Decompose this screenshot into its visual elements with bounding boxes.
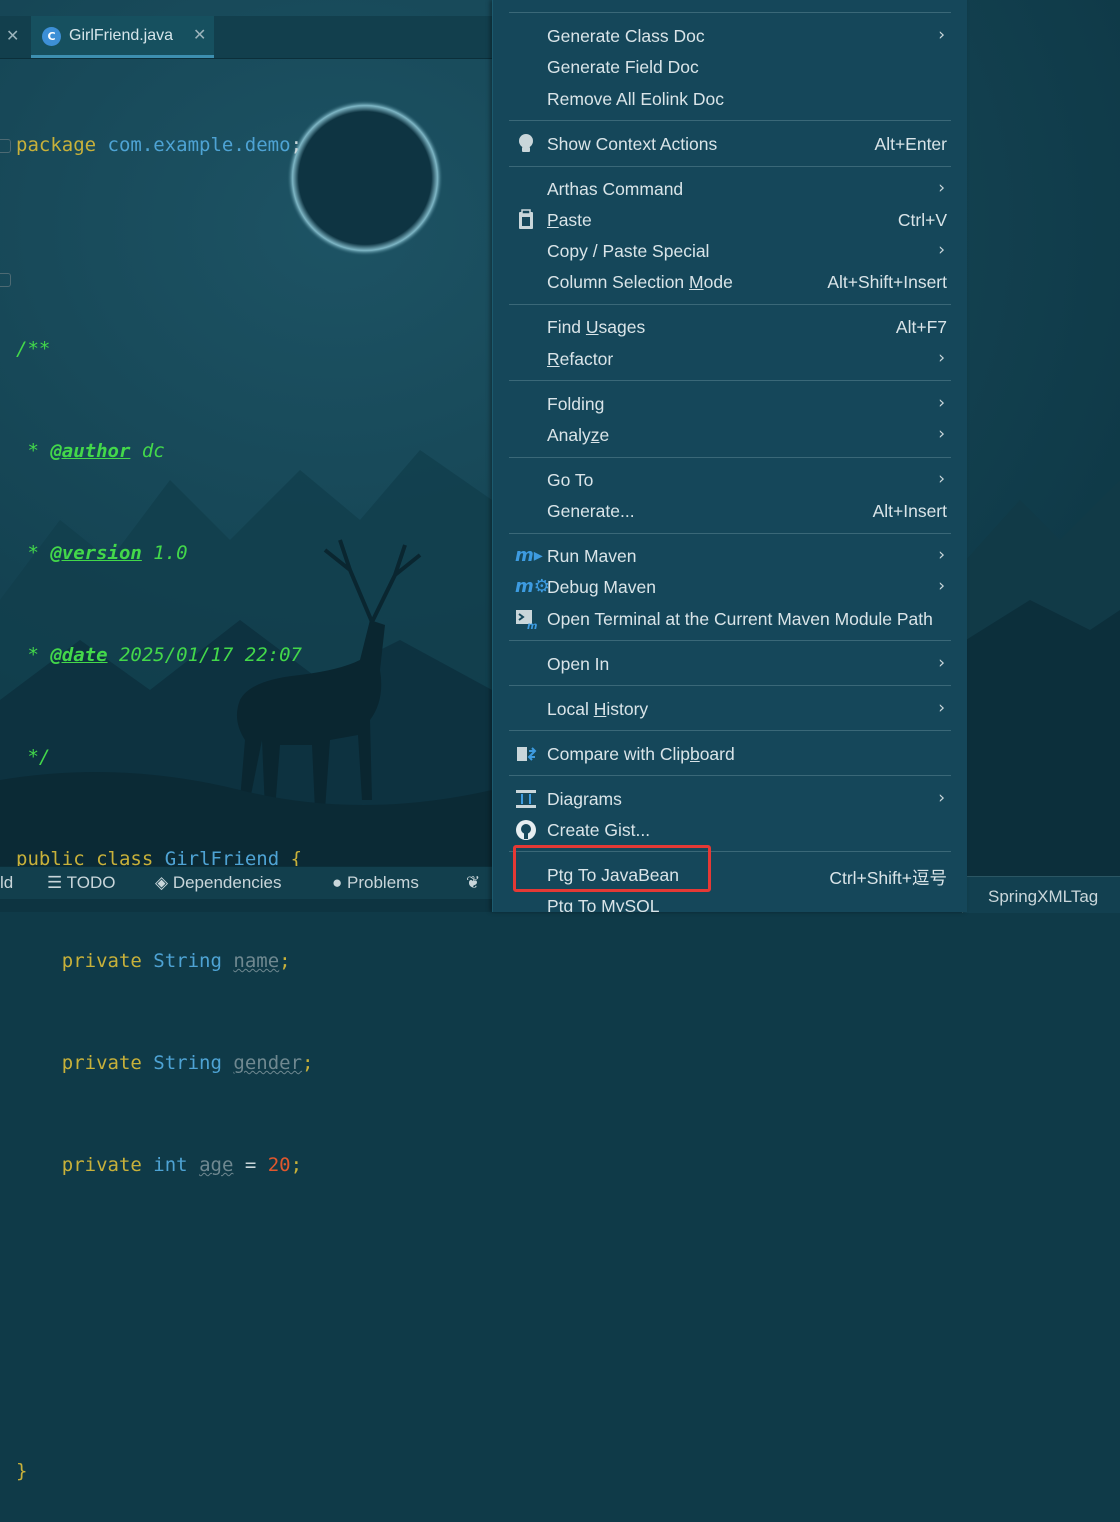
github-icon [515,819,537,841]
menu-separator [509,533,951,534]
chevron-right-icon: › [938,576,945,596]
lightbulb-icon [515,133,537,155]
chevron-right-icon: › [938,240,945,260]
problems-label: Problems [347,873,419,892]
menu-item-refactor[interactable]: Refactor › [493,344,967,375]
menu-item-open-in[interactable]: Open In › [493,649,967,680]
spring-xml-tag-label: SpringXMLTag [988,887,1099,906]
menu-item-find-usages[interactable]: Find Usages Alt+F7 [493,312,967,343]
menu-item-local-history[interactable]: Local History › [493,694,967,725]
menu-separator [509,775,951,776]
menu-separator [509,166,951,167]
chevron-right-icon: › [938,545,945,565]
spring-leaf-icon[interactable]: ❦ [466,873,480,893]
tab-close-icon[interactable]: ✕ [193,25,206,44]
dependencies-label: Dependencies [172,873,282,892]
warning-icon: ● [332,873,343,892]
menu-separator [509,457,951,458]
chevron-right-icon: › [938,698,945,718]
problems-tool-button[interactable]: ● Problems [332,873,419,893]
menu-separator [509,12,951,13]
menu-item-copy-paste-special[interactable]: Copy / Paste Special › [493,236,967,267]
menu-item-debug-maven[interactable]: m⚙ Debug Maven › [493,572,967,603]
close-icon[interactable]: ✕ [6,26,19,45]
tab-title: GirlFriend.java [69,27,174,44]
chevron-right-icon: › [938,653,945,673]
maven-debug-icon: m⚙ [515,576,550,597]
fold-marker-icon[interactable] [0,139,11,153]
todo-label: TODO [66,873,116,892]
chevron-right-icon: › [938,788,945,808]
svg-text:m: m [527,621,537,630]
menu-item-folding[interactable]: Folding › [493,389,967,420]
menu-item-generate-field-doc[interactable]: Generate Field Doc [493,52,967,83]
code-line: private int age = 20; [61,1154,303,1176]
maven-run-icon: m▸ [515,545,543,566]
list-icon: ☰ [47,873,63,892]
chevron-right-icon: › [938,348,945,368]
menu-item-open-terminal-maven[interactable]: m Open Terminal at the Current Maven Mod… [493,604,967,635]
fold-marker-icon[interactable] [0,273,11,287]
editor-tab-bar: ✕ C GirlFriend.java ✕ [0,16,492,59]
menu-separator [509,640,951,641]
build-tool-button[interactable]: ld [0,873,13,893]
menu-item-go-to[interactable]: Go To › [493,465,967,496]
menu-item-analyze[interactable]: Analyze › [493,420,967,451]
terminal-icon: m [515,608,537,632]
menu-item-diagrams[interactable]: Diagrams › [493,784,967,815]
spring-xml-tag-button[interactable]: SpringXMLTag [962,876,1120,913]
menu-separator [509,730,951,731]
menu-separator [509,304,951,305]
code-line: * @author dc [16,440,165,462]
menu-item-column-selection-mode[interactable]: Column Selection Mode Alt+Shift+Insert [493,267,967,298]
code-line: */ [16,746,51,768]
menu-item-run-maven[interactable]: m▸ Run Maven › [493,541,967,572]
chevron-right-icon: › [938,424,945,444]
layers-icon: ◈ [155,873,169,892]
menu-item-show-context-actions[interactable]: Show Context Actions Alt+Enter [493,129,967,160]
code-line: package com.example.demo; [16,134,303,156]
menu-item-generate[interactable]: Generate... Alt+Insert [493,496,967,527]
chevron-right-icon: › [938,469,945,489]
code-editor[interactable]: package com.example.demo; /** * @author … [16,60,313,1522]
code-line: private String gender; [61,1052,314,1074]
code-line: * @version 1.0 [16,542,188,564]
java-class-icon: C [42,27,61,46]
menu-separator [509,380,951,381]
code-line: /** [16,338,51,360]
menu-item-create-gist[interactable]: Create Gist... [493,815,967,846]
diagram-icon [515,788,537,810]
menu-separator [509,120,951,121]
code-line: private String name; [61,950,291,972]
code-line: } [16,1460,28,1482]
menu-separator [509,685,951,686]
chevron-right-icon: › [938,393,945,413]
menu-item-paste[interactable]: Paste Ctrl+V [493,205,967,236]
menu-item-arthas-command[interactable]: Arthas Command › [493,174,967,205]
code-line: * @date 2025/01/17 22:07 [16,644,302,666]
clipboard-icon [515,209,537,231]
menu-item-generate-class-doc[interactable]: Generate Class Doc › [493,21,967,52]
chevron-right-icon: › [938,178,945,198]
annotation-highlight-box [513,845,711,892]
menu-item-ptg-to-mysql[interactable]: Ptg To MySQL [493,891,967,912]
menu-item-remove-eolink-doc[interactable]: Remove All Eolink Doc [493,84,967,115]
menu-item-compare-clipboard[interactable]: Compare with Clipboard [493,739,967,770]
compare-icon [515,743,537,765]
chevron-right-icon: › [938,25,945,45]
context-menu: Generate Class Doc › Generate Field Doc R… [492,0,967,912]
tool-window-bar: ld ☰ TODO ◈ Dependencies ● Problems ❦ [0,866,492,900]
todo-tool-button[interactable]: ☰ TODO [47,873,115,893]
tab-girlfriend-java[interactable]: C GirlFriend.java ✕ [31,16,214,58]
dependencies-tool-button[interactable]: ◈ Dependencies [155,873,282,893]
